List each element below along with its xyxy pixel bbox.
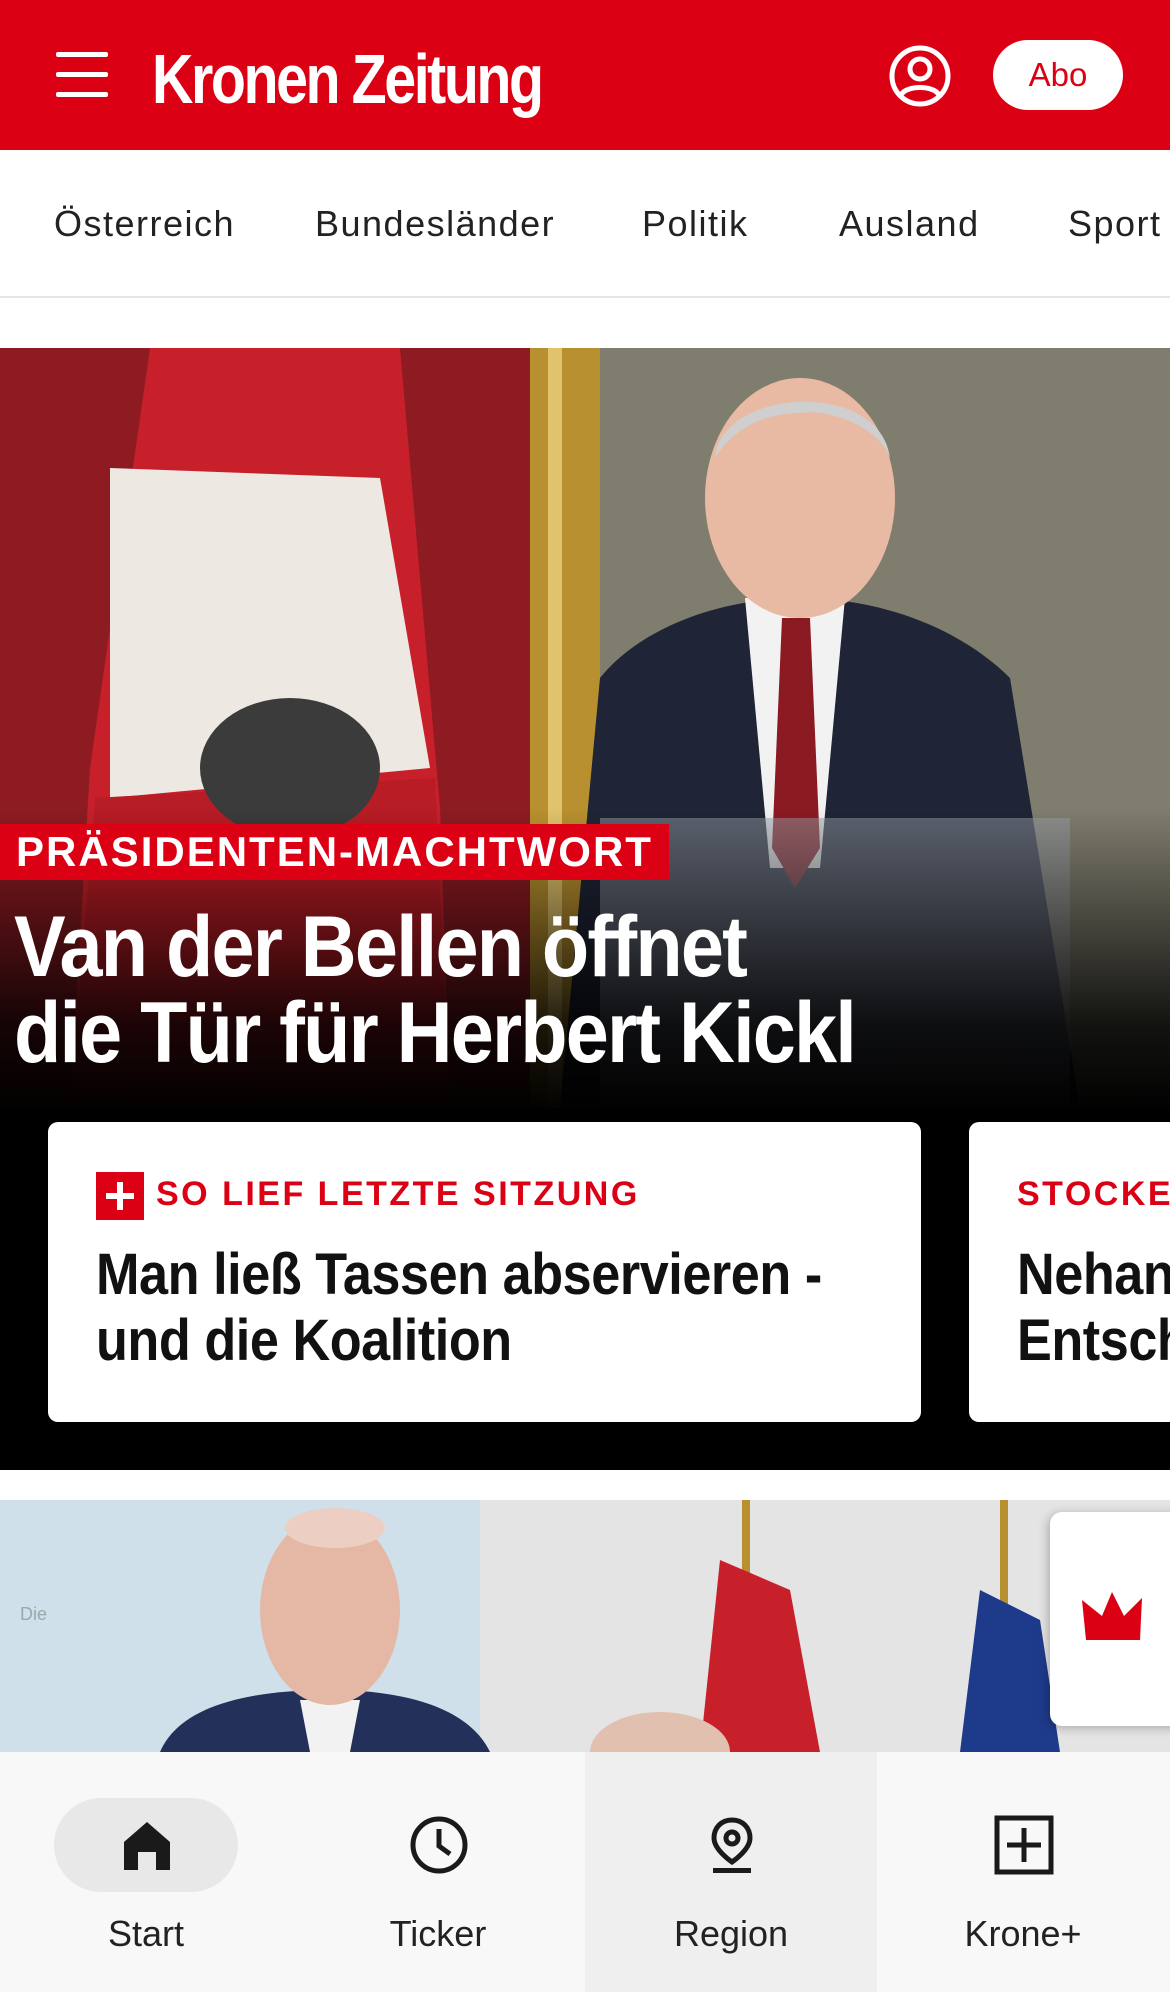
- menu-button[interactable]: [52, 52, 114, 98]
- plus-square-icon: [994, 1815, 1054, 1875]
- nav-label: Region: [673, 1913, 789, 1954]
- category-bundeslaender[interactable]: Bundesländer: [315, 202, 555, 246]
- bottom-navigation: Start Ticker Region Krone+: [0, 1752, 1170, 1992]
- top-header: Kronen Zeitung Abo: [0, 0, 1170, 150]
- hero-headline[interactable]: Van der Bellen öffnet die Tür für Herber…: [14, 904, 1022, 1076]
- card-kicker: SO LIEF LETZTE SITZUNG: [156, 1175, 640, 1213]
- crown-icon: [1082, 1592, 1142, 1640]
- svg-text:Die: Die: [20, 1604, 47, 1624]
- hero-kicker: PRÄSIDENTEN-MACHTWORT: [0, 824, 669, 880]
- nav-krone-plus[interactable]: Krone+: [877, 1752, 1169, 1992]
- abo-button[interactable]: Abo: [993, 40, 1123, 110]
- card-title: Man ließ Tassen abservieren - und die Ko…: [96, 1242, 822, 1373]
- category-politik[interactable]: Politik: [642, 202, 749, 246]
- article-teaser-image[interactable]: Die: [0, 1500, 1170, 1752]
- hero-headline-line-2: die Tür für Herbert Kickl: [14, 985, 857, 1081]
- user-icon: [889, 45, 951, 107]
- menu-icon-line: [56, 52, 108, 57]
- hero-headline-line-1: Van der Bellen öffnet: [14, 899, 748, 995]
- teaser-photo: Die: [0, 1500, 1170, 1752]
- nav-label: Ticker: [389, 1913, 487, 1954]
- krone-plus-badge-icon: [96, 1172, 144, 1220]
- menu-icon-line: [56, 92, 108, 97]
- card-kicker: STOCKER: [1017, 1175, 1170, 1213]
- category-ausland[interactable]: Ausland: [839, 202, 980, 246]
- category-nav: Österreich Bundesländer Politik Ausland …: [0, 150, 1170, 298]
- related-article-card[interactable]: SO LIEF LETZTE SITZUNG Man ließ Tassen a…: [48, 1122, 921, 1422]
- krone-floating-button[interactable]: [1050, 1512, 1170, 1726]
- related-article-card[interactable]: STOCKER Nehan Entsch: [969, 1122, 1170, 1422]
- category-oesterreich[interactable]: Österreich: [54, 202, 235, 246]
- home-icon: [124, 1822, 170, 1870]
- nav-start[interactable]: Start: [0, 1752, 292, 1992]
- nav-label: Krone+: [964, 1913, 1082, 1954]
- site-logo[interactable]: Kronen Zeitung: [152, 34, 544, 124]
- location-pin-icon: [711, 1817, 753, 1873]
- card-title: Nehan Entsch: [1017, 1242, 1170, 1374]
- nav-ticker[interactable]: Ticker: [292, 1752, 584, 1992]
- hero-article[interactable]: PRÄSIDENTEN-MACHTWORT Van der Bellen öff…: [0, 348, 1170, 1470]
- menu-icon-line: [56, 72, 108, 77]
- nav-label: Start: [107, 1913, 185, 1954]
- category-sport[interactable]: Sport: [1068, 202, 1162, 246]
- nav-region[interactable]: Region: [585, 1752, 877, 1992]
- clock-icon: [410, 1816, 468, 1874]
- card-title-line-1: Nehan: [1017, 1242, 1170, 1307]
- account-button[interactable]: [888, 44, 952, 108]
- card-title-line-2: Entsch: [1017, 1308, 1170, 1373]
